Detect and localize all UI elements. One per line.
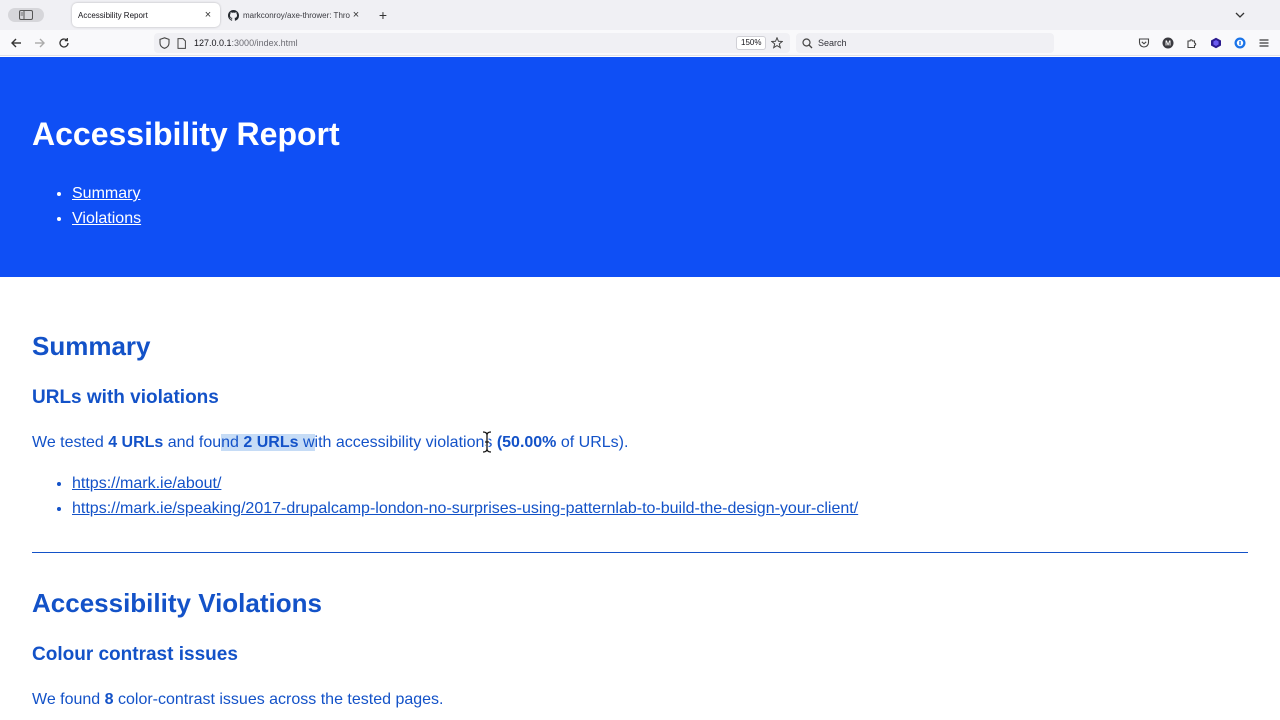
text: of URLs). — [556, 434, 629, 451]
summary-heading: Summary — [32, 331, 151, 361]
nav-item-violations: Violations — [72, 206, 141, 231]
url-path: :3000/index.html — [231, 38, 298, 48]
found-count: 2 URLs — [243, 434, 299, 451]
text: color-contrast issues across the tested … — [113, 691, 444, 708]
bookmark-star-icon[interactable] — [770, 36, 784, 50]
nav-link-summary[interactable]: Summary — [72, 185, 140, 202]
svg-text:M: M — [1165, 41, 1171, 48]
tab-title: Accessibility Report — [78, 10, 148, 20]
tab-bar: Accessibility Report × markconroy/axe-th… — [0, 0, 1280, 30]
text: ith accessibility violations — [314, 434, 497, 451]
zoom-level-badge[interactable]: 150% — [736, 36, 767, 50]
tested-count: 4 URLs — [108, 434, 164, 451]
search-input[interactable]: Search — [796, 33, 1054, 53]
nav-link-violations[interactable]: Violations — [72, 210, 141, 227]
account-avatar-icon[interactable]: M — [1161, 36, 1175, 50]
reload-icon[interactable] — [56, 35, 72, 51]
password-manager-icon[interactable] — [1233, 36, 1247, 50]
text: nd — [221, 434, 244, 451]
close-tab-icon[interactable]: × — [202, 9, 214, 21]
section-divider — [32, 552, 1248, 553]
selected-text: nd 2 URLs w — [221, 434, 315, 451]
tab-axe-thrower[interactable]: markconroy/axe-thrower: Throw × — [222, 3, 368, 27]
urls-with-violations-heading: URLs with violations — [32, 387, 219, 408]
violating-url-link[interactable]: https://mark.ie/speaking/2017-drupalcamp… — [72, 500, 858, 517]
url-host: 127.0.0.1 — [194, 38, 232, 48]
list-item: https://mark.ie/about/ — [72, 471, 858, 496]
close-tab-icon[interactable]: × — [350, 9, 362, 21]
list-item: https://mark.ie/speaking/2017-drupalcamp… — [72, 496, 858, 521]
violation-percentage: (50.00% — [496, 434, 557, 451]
colour-contrast-heading: Colour contrast issues — [32, 644, 238, 665]
summary-sentence: We tested 4 URLs and found 2 URLs with a… — [32, 433, 628, 453]
header-nav: Summary Violations — [72, 181, 141, 231]
contrast-issue-count: 8 — [104, 691, 114, 708]
new-tab-plus-icon[interactable]: + — [376, 7, 390, 23]
forward-arrow-icon[interactable] — [32, 35, 48, 51]
page-title: Accessibility Report — [32, 116, 340, 152]
address-bar[interactable]: 127.0.0.1:3000/index.html 150% — [154, 33, 790, 53]
tab-accessibility-report[interactable]: Accessibility Report × — [72, 3, 220, 27]
navigation-toolbar: 127.0.0.1:3000/index.html 150% Search M — [0, 30, 1280, 56]
extension-cube-icon[interactable] — [1209, 36, 1223, 50]
search-placeholder: Search — [818, 38, 847, 48]
tab-title: markconroy/axe-thrower: Throw — [243, 10, 350, 20]
nav-item-summary: Summary — [72, 181, 141, 206]
accessibility-violations-heading: Accessibility Violations — [32, 588, 322, 618]
violating-url-link[interactable]: https://mark.ie/about/ — [72, 475, 221, 492]
search-icon — [802, 37, 813, 49]
github-icon — [228, 9, 239, 21]
sidebar-toggle-button[interactable] — [8, 8, 44, 22]
text: and fou — [163, 434, 222, 451]
extensions-puzzle-icon[interactable] — [1185, 36, 1199, 50]
report-header: Accessibility Report Summary Violations — [0, 57, 1280, 277]
text: w — [298, 434, 315, 451]
page-info-icon[interactable] — [177, 37, 187, 49]
back-arrow-icon[interactable] — [8, 35, 24, 51]
pocket-icon[interactable] — [1137, 36, 1151, 50]
text: We found — [32, 691, 105, 708]
violating-url-list: https://mark.ie/about/ https://mark.ie/s… — [72, 471, 858, 521]
text: We tested — [32, 434, 109, 451]
text-cursor-icon — [482, 431, 492, 453]
sidebar-icon — [19, 10, 33, 20]
menu-hamburger-icon[interactable] — [1257, 36, 1271, 50]
contrast-sentence: We found 8 color-contrast issues across … — [32, 690, 443, 710]
list-all-tabs-chevron-icon[interactable] — [1234, 8, 1246, 20]
tracking-protection-shield-icon[interactable] — [159, 37, 171, 49]
